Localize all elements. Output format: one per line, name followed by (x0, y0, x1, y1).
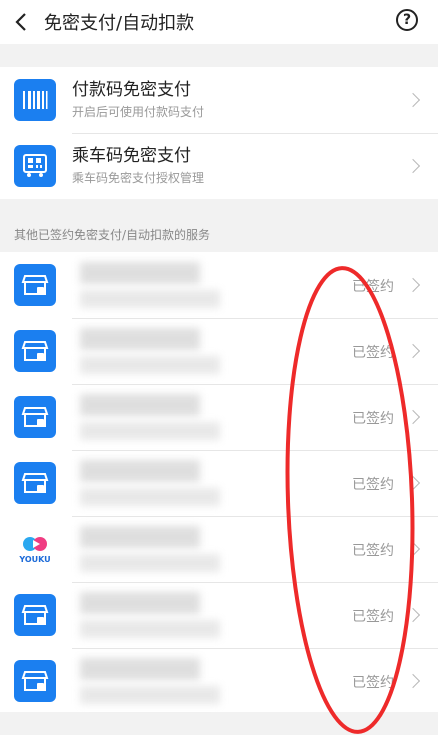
barcode-icon (14, 79, 56, 121)
status-label: 已签约 (352, 345, 394, 361)
status-label: 已签约 (352, 411, 394, 427)
youku-logo-text: YOUKU (19, 554, 51, 564)
chevron-right-icon (405, 475, 421, 491)
redacted-subtitle (80, 686, 220, 704)
status-label: 已签约 (352, 675, 394, 691)
redacted-name (80, 526, 200, 548)
chevron-right-icon (405, 541, 421, 557)
header-bar: 免密支付/自动扣款 ? (0, 0, 438, 44)
section-label: 其他已签约免密支付/自动扣款的服务 (14, 228, 211, 242)
chevron-right-icon (405, 343, 421, 359)
list-item-text: 付款码免密支付 开启后可使用付款码支付 (72, 79, 204, 121)
status-label: 已签约 (352, 477, 394, 493)
redacted-subtitle (80, 554, 220, 572)
list-item-service[interactable]: 已签约 (0, 384, 438, 450)
redacted-name (80, 328, 200, 350)
store-icon (14, 264, 56, 306)
chevron-right-icon (405, 409, 421, 425)
chevron-right-icon (405, 673, 421, 689)
list-item-text: 乘车码免密支付 乘车码免密支付授权管理 (72, 145, 204, 187)
status-label: 已签约 (352, 279, 394, 295)
help-button[interactable]: ? (396, 9, 418, 31)
chevron-left-icon (15, 13, 26, 31)
chevron-right-icon (405, 158, 421, 174)
youku-logo: YOUKU (14, 528, 56, 570)
list-item-title: 付款码免密支付 (72, 80, 191, 100)
status-label: 已签约 (352, 609, 394, 625)
list-item-service[interactable]: 已签约 (0, 318, 438, 384)
list-item-service[interactable]: 已签约 (0, 450, 438, 516)
list-item-barcode-pay[interactable]: 付款码免密支付 开启后可使用付款码支付 (0, 67, 438, 133)
chevron-right-icon (405, 92, 421, 108)
list-item-subtitle: 乘车码免密支付授权管理 (72, 171, 205, 185)
redacted-name (80, 592, 200, 614)
redacted-subtitle (80, 422, 220, 440)
chevron-right-icon (405, 277, 421, 293)
redacted-subtitle (80, 488, 220, 506)
list-item-service[interactable]: 已签约 (0, 648, 438, 714)
redacted-name (80, 658, 200, 680)
signed-services-list: 已签约 已签约 已签约 已签约 YOUKU 已签约 已签约 已签约 (0, 252, 438, 712)
bus-qr-icon (14, 145, 56, 187)
redacted-subtitle (80, 356, 220, 374)
redacted-name (80, 460, 200, 482)
store-icon (14, 396, 56, 438)
redacted-name (80, 394, 200, 416)
redacted-name (80, 262, 200, 284)
list-item-service[interactable]: 已签约 (0, 252, 438, 318)
list-item-bus-pay[interactable]: 乘车码免密支付 乘车码免密支付授权管理 (0, 133, 438, 199)
store-icon (14, 594, 56, 636)
redacted-subtitle (80, 620, 220, 638)
redacted-subtitle (80, 290, 220, 308)
list-item-title: 乘车码免密支付 (72, 146, 191, 166)
store-icon (14, 330, 56, 372)
list-item-subtitle: 开启后可使用付款码支付 (72, 105, 205, 119)
list-item-service[interactable]: 已签约 (0, 582, 438, 648)
chevron-right-icon (405, 607, 421, 623)
status-label: 已签约 (352, 543, 394, 559)
store-icon (14, 660, 56, 702)
back-button[interactable] (0, 0, 42, 44)
page-title: 免密支付/自动扣款 (44, 13, 195, 34)
store-icon (14, 462, 56, 504)
quick-pay-card: 付款码免密支付 开启后可使用付款码支付 乘车码免密支付 乘车码免密支付授权管理 (0, 67, 438, 199)
list-item-service[interactable]: YOUKU 已签约 (0, 516, 438, 582)
